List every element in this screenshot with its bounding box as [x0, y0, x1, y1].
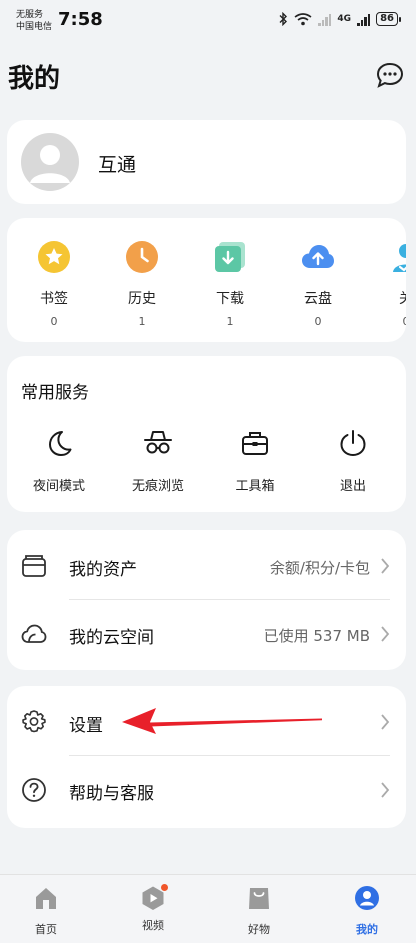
cloud-upload-icon: [302, 245, 334, 268]
power-icon: [340, 430, 366, 457]
profile-card[interactable]: 互通: [7, 120, 406, 204]
clock-icon: [126, 241, 158, 273]
service-logout[interactable]: 退出: [308, 428, 398, 494]
quick-item-cloud-drive[interactable]: 云盘 0: [288, 240, 348, 328]
incognito-icon: [144, 431, 172, 454]
quick-access-card: 书签 0 历史 1 下载 1 云盘 0 关 0: [7, 218, 406, 342]
quick-item-label: 下载: [216, 291, 244, 307]
page-title: 我的: [8, 64, 61, 94]
my-assets-row[interactable]: 我的资产 余额/积分/卡包: [7, 532, 406, 600]
shopping-bag-icon: [249, 888, 269, 909]
username[interactable]: 互通: [98, 150, 136, 177]
annotation-arrow-icon: [122, 708, 322, 734]
service-label: 无痕浏览: [131, 479, 184, 494]
bottom-navigation: 首页 视频 好物 我的: [0, 874, 416, 943]
moon-icon: [49, 431, 72, 456]
message-icon[interactable]: [376, 62, 404, 88]
quick-item-follow[interactable]: 关 0: [376, 240, 406, 328]
row-label: 我的云空间: [69, 628, 154, 648]
quick-item-count: 0: [314, 315, 322, 328]
nav-goods[interactable]: 好物: [224, 885, 294, 937]
nav-home[interactable]: 首页: [11, 885, 81, 937]
row-label: 设置: [69, 716, 103, 736]
nav-label: 我的: [356, 923, 378, 936]
status-icons: 4G 86: [278, 12, 401, 26]
quick-item-count: 0: [50, 315, 58, 328]
nav-label: 首页: [35, 923, 57, 936]
quick-item-count: 1: [138, 315, 146, 328]
service-label: 工具箱: [235, 479, 275, 494]
chevron-right-icon: [381, 782, 390, 798]
chevron-right-icon: [381, 714, 390, 730]
row-value: 已使用 537 MB: [263, 627, 370, 645]
section-title: 常用服务: [21, 383, 89, 403]
quick-item-count: 1: [226, 315, 234, 328]
quick-item-label: 书签: [40, 291, 68, 307]
status-bar: 无服务 中国电信 7:58 4G 86: [0, 0, 416, 44]
star-icon: [38, 241, 70, 273]
service-label: 退出: [339, 479, 366, 494]
assets-card: 我的资产 余额/积分/卡包 我的云空间 已使用 537 MB: [7, 530, 406, 670]
avatar[interactable]: [21, 133, 79, 191]
clock: 7:58: [58, 9, 103, 30]
bluetooth-icon: [279, 12, 288, 26]
quick-item-downloads[interactable]: 下载 1: [200, 240, 260, 328]
carrier-status: 无服务: [16, 10, 44, 20]
service-toolbox[interactable]: 工具箱: [210, 428, 300, 494]
nav-me[interactable]: 我的: [332, 885, 402, 937]
profile-icon: [355, 886, 379, 910]
service-label: 夜间模式: [32, 479, 85, 494]
chevron-right-icon: [381, 626, 390, 642]
carrier-info: 无服务 中国电信: [16, 9, 52, 33]
quick-item-label: 历史: [128, 291, 156, 307]
row-label: 我的资产: [69, 560, 137, 580]
nav-video[interactable]: 视频: [118, 884, 188, 933]
network-type: 4G: [337, 14, 352, 24]
download-icon: [215, 242, 245, 272]
quick-item-label: 云盘: [304, 291, 332, 307]
wallet-icon: [22, 555, 46, 577]
default-avatar-icon: [30, 145, 70, 183]
chevron-right-icon: [381, 558, 390, 574]
quick-item-bookmarks[interactable]: 书签 0: [24, 240, 84, 328]
my-cloud-space-row[interactable]: 我的云空间 已使用 537 MB: [7, 600, 406, 668]
cloud-icon: [21, 624, 47, 643]
toolbox-icon: [242, 432, 268, 455]
signal-strength-1-icon: [318, 13, 332, 26]
service-incognito[interactable]: 无痕浏览: [113, 428, 203, 494]
quick-item-count: 0: [376, 315, 407, 328]
battery-indicator: 86: [376, 12, 401, 26]
nav-label: 好物: [248, 923, 270, 936]
help-icon: [22, 778, 46, 802]
quick-item-history[interactable]: 历史 1: [112, 240, 172, 328]
carrier-name: 中国电信: [16, 22, 53, 32]
service-night-mode[interactable]: 夜间模式: [14, 428, 104, 494]
follow-icon: [393, 244, 406, 272]
nav-label: 视频: [142, 919, 164, 932]
signal-strength-2-icon: [357, 13, 371, 26]
help-row[interactable]: 帮助与客服: [7, 756, 406, 824]
quick-item-label: 关: [376, 288, 406, 308]
notification-dot: [161, 884, 168, 891]
video-icon: [140, 884, 168, 911]
gear-icon: [22, 710, 46, 733]
wifi-icon: [294, 13, 312, 26]
common-services-card: 常用服务 夜间模式 无痕浏览 工具箱 退出: [7, 356, 406, 512]
row-label: 帮助与客服: [69, 784, 154, 804]
home-icon: [36, 888, 56, 909]
row-value: 余额/积分/卡包: [269, 559, 370, 577]
